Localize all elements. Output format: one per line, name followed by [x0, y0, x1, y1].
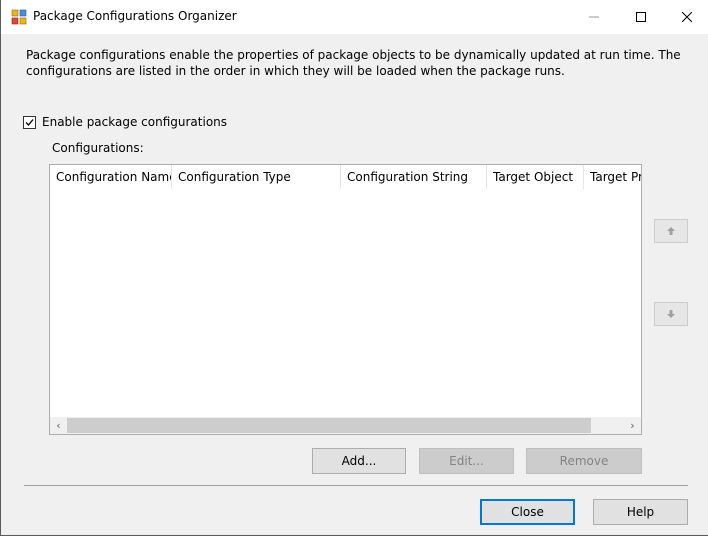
close-button[interactable]: Close	[480, 499, 575, 525]
remove-button[interactable]: Remove	[526, 448, 642, 474]
column-header-configuration-type[interactable]: Configuration Type	[172, 165, 341, 189]
configurations-list[interactable]: Configuration Name Configuration Type Co…	[49, 164, 642, 435]
configurations-label: Configurations:	[52, 141, 144, 155]
help-button[interactable]: Help	[593, 499, 688, 525]
column-header-configuration-name[interactable]: Configuration Name	[50, 165, 172, 189]
title-bar[interactable]: Package Configurations Organizer	[1, 0, 708, 34]
checkbox-label[interactable]: Enable package configurations	[42, 115, 227, 129]
arrow-up-icon	[667, 227, 675, 235]
add-button[interactable]: Add...	[312, 448, 406, 474]
horizontal-scrollbar[interactable]: ‹ ›	[50, 417, 641, 434]
dialog-window: Package Configurations Organizer Package…	[0, 0, 708, 536]
arrow-down-icon	[667, 310, 675, 318]
maximize-button[interactable]	[618, 0, 664, 34]
scroll-right-icon[interactable]: ›	[624, 417, 641, 434]
move-down-button[interactable]	[654, 302, 688, 326]
maximize-icon	[636, 12, 646, 22]
edit-button[interactable]: Edit...	[419, 448, 514, 474]
minimize-button[interactable]	[571, 0, 617, 34]
description-text: Package configurations enable the proper…	[26, 48, 681, 78]
column-header-configuration-string[interactable]: Configuration String	[341, 165, 487, 189]
scroll-left-icon[interactable]: ‹	[50, 417, 67, 434]
move-up-button[interactable]	[654, 219, 688, 243]
scrollbar-thumb[interactable]	[67, 418, 591, 433]
column-header-target-object[interactable]: Target Object	[487, 165, 584, 189]
window-title: Package Configurations Organizer	[33, 9, 237, 23]
close-icon	[682, 12, 692, 22]
enable-configurations-checkbox[interactable]: Enable package configurations	[23, 114, 227, 130]
checkbox-box[interactable]	[23, 115, 36, 129]
close-window-button[interactable]	[664, 0, 708, 34]
minimize-icon	[589, 16, 599, 18]
column-header-target-property[interactable]: Target Pro	[584, 165, 641, 189]
separator-line	[24, 485, 688, 486]
checkmark-icon	[25, 118, 34, 126]
package-icon	[11, 9, 27, 25]
